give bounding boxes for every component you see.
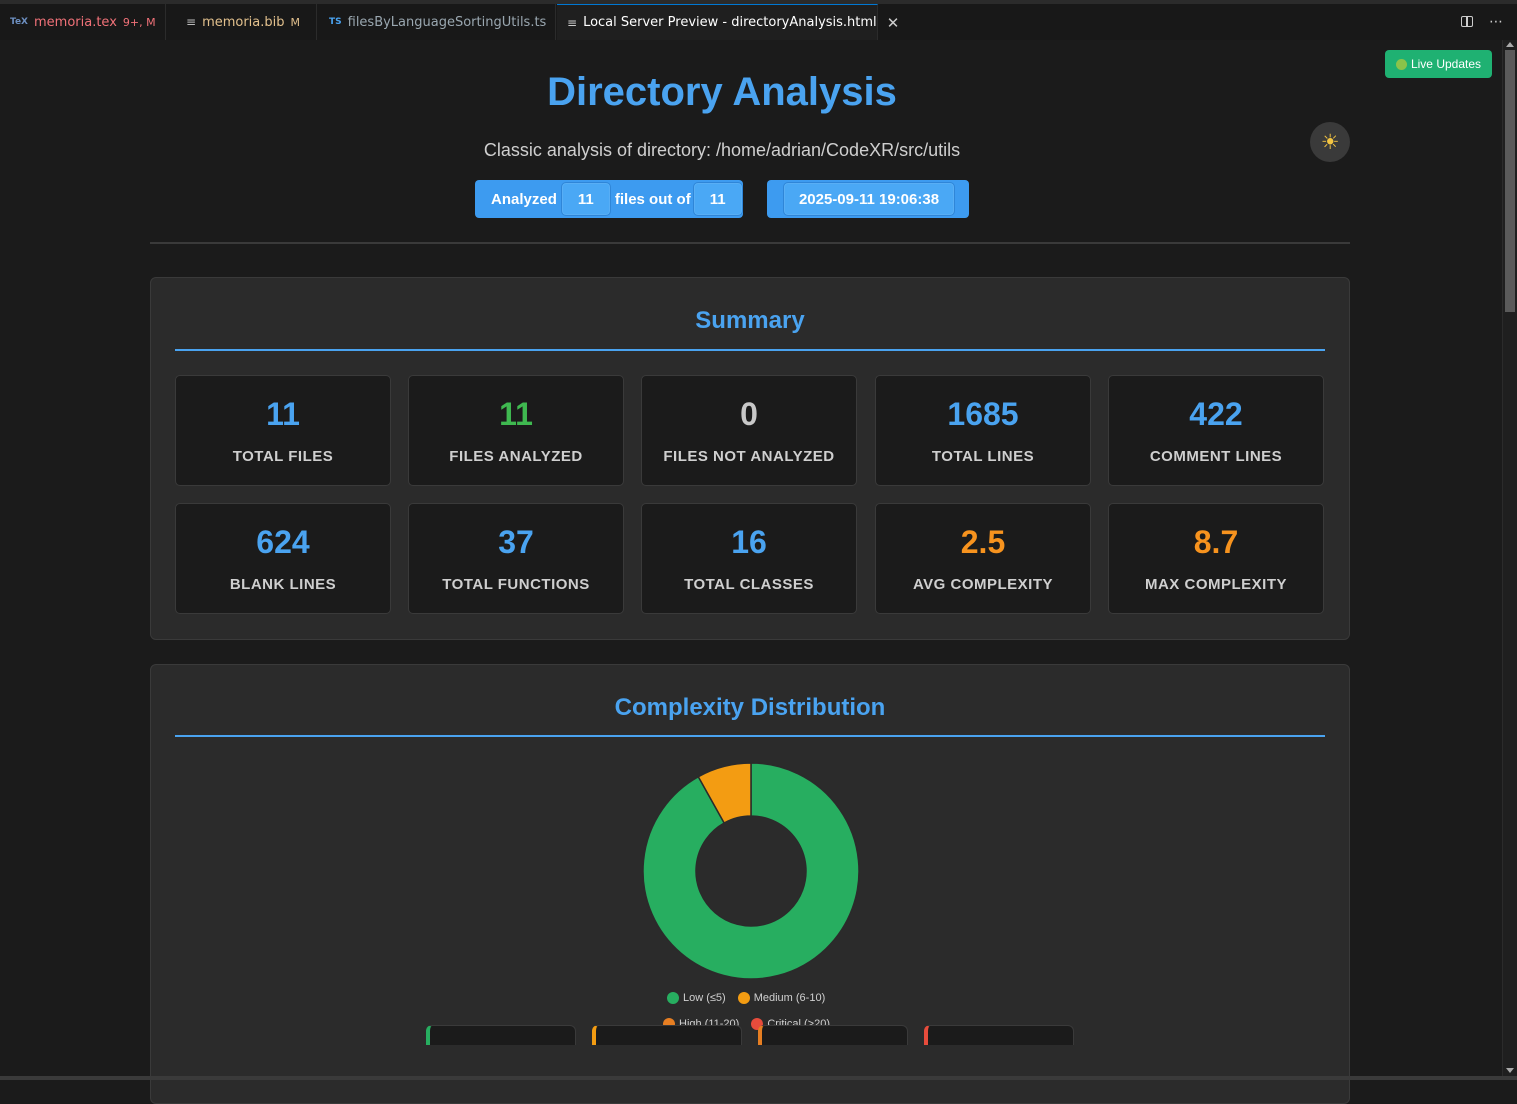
scrollbar-thumb[interactable] xyxy=(1505,50,1515,312)
stat-value: 11 xyxy=(266,396,300,432)
legend-label: Low (≤5) xyxy=(683,992,726,1004)
tab-badge: 9+, M xyxy=(122,15,156,29)
tex-file-icon: TeX xyxy=(10,17,28,27)
stat-label: TOTAL FUNCTIONS xyxy=(442,576,590,593)
stat-card-avg-complexity: 2.5 AVG COMPLEXITY xyxy=(875,503,1091,614)
summary-panel: Summary 11 TOTAL FILES 11 FILES ANALYZED 0 FI… xyxy=(150,277,1350,640)
stat-label: MAX COMPLEXITY xyxy=(1144,576,1287,593)
stat-value: 624 xyxy=(256,524,310,560)
file-lines-icon: ≡ xyxy=(567,15,578,30)
analyzed-count: 11 xyxy=(560,182,611,216)
summary-title: Summary xyxy=(695,307,805,334)
stat-value: 37 xyxy=(498,524,534,560)
stat-label: COMMENT LINES xyxy=(1149,448,1283,465)
file-lines-icon: ≡ xyxy=(186,15,197,29)
summary-rule xyxy=(175,349,1325,351)
timestamp: 2025-09-11 19:06:38 xyxy=(783,182,955,216)
tab-local-server-preview[interactable]: ≡ Local Server Preview - directoryAnalys… xyxy=(557,4,899,40)
scroll-down-icon[interactable] xyxy=(1506,1068,1514,1073)
stat-card-max-complexity: 8.7 MAX COMPLEXITY xyxy=(1108,503,1324,614)
tab-memoria-bib[interactable]: ≡ memoria.bib M xyxy=(176,4,317,40)
legend-item-medium[interactable]: Medium (6-10) xyxy=(737,992,826,1004)
legend-row-1: Low (≤5) Medium (6-10) xyxy=(667,992,825,1004)
tab-files-by-language[interactable]: TS filesByLanguageSortingUtils.ts xyxy=(319,4,556,40)
stat-label: AVG COMPLEXITY xyxy=(912,576,1054,593)
legend-item-low[interactable]: Low (≤5) xyxy=(667,992,726,1004)
donut-hole xyxy=(696,816,806,926)
close-icon[interactable]: ✕ xyxy=(887,14,900,32)
complexity-donut-chart xyxy=(642,762,860,980)
editor-tab-bar: TeX memoria.tex 9+, M ≡ memoria.bib M TS… xyxy=(0,0,1517,40)
complexity-card-low: .m1:before{} xyxy=(426,1025,576,1045)
preview-page: Live Updates ☀ Directory Analysis Classi… xyxy=(0,40,1502,1104)
horizontal-scrollbar[interactable] xyxy=(0,1076,1517,1080)
timestamp-badge: 2025-09-11 19:06:38 xyxy=(767,180,969,218)
analyzed-prefix: Analyzed xyxy=(491,190,557,208)
vertical-scrollbar[interactable] xyxy=(1502,40,1517,1076)
stat-label: TOTAL FILES xyxy=(232,448,334,465)
stat-card-total-functions: 37 TOTAL FUNCTIONS xyxy=(408,503,624,614)
stat-label: BLANK LINES xyxy=(229,576,337,593)
stat-label: TOTAL LINES xyxy=(931,448,1035,465)
stat-label: TOTAL CLASSES xyxy=(684,576,814,593)
stat-card-files-analyzed: 11 FILES ANALYZED xyxy=(408,375,624,486)
legend-swatch xyxy=(737,992,750,1004)
stat-value: 11 xyxy=(499,396,533,432)
typescript-file-icon: TS xyxy=(329,17,342,27)
stat-value: 8.7 xyxy=(1193,524,1239,560)
tab-badge: M xyxy=(290,15,301,29)
more-actions-icon[interactable]: ⋯ xyxy=(1489,14,1503,30)
stat-card-files-not-analyzed: 0 FILES NOT ANALYZED xyxy=(641,375,857,486)
tab-memoria-tex[interactable]: TeX memoria.tex 9+, M xyxy=(0,4,166,40)
legend-label: Medium (6-10) xyxy=(753,992,826,1004)
tab-label: memoria.tex xyxy=(34,14,117,30)
stat-value: 422 xyxy=(1189,396,1243,432)
stat-card-total-classes: 16 TOTAL CLASSES xyxy=(641,503,857,614)
complexity-panel: Complexity Distribution Low (≤5) Medium … xyxy=(150,664,1350,1104)
stat-label: FILES ANALYZED xyxy=(449,448,583,465)
stat-value: 16 xyxy=(731,524,767,560)
tab-label: Local Server Preview - directoryAnalysis… xyxy=(583,15,877,30)
complexity-card-high xyxy=(758,1025,908,1045)
stat-card-blank-lines: 624 BLANK LINES xyxy=(175,503,391,614)
stat-value: 2.5 xyxy=(960,524,1006,560)
total-count: 11 xyxy=(692,182,743,216)
split-editor-icon[interactable] xyxy=(1461,16,1473,27)
complexity-card-medium xyxy=(592,1025,742,1045)
complexity-rule xyxy=(175,735,1325,737)
stat-label: FILES NOT ANALYZED xyxy=(663,448,835,465)
stat-card-total-files: 11 TOTAL FILES xyxy=(175,375,391,486)
legend-swatch xyxy=(667,992,679,1004)
files-out-of-text: files out of xyxy=(614,190,691,208)
tab-label: filesByLanguageSortingUtils.ts xyxy=(347,14,547,30)
stat-card-comment-lines: 422 COMMENT LINES xyxy=(1108,375,1324,486)
page-title: Directory Analysis xyxy=(547,70,897,114)
live-updates-label: Live Updates xyxy=(1410,57,1482,71)
stat-value: 0 xyxy=(740,396,758,432)
complexity-card-critical xyxy=(924,1025,1074,1045)
header-divider xyxy=(150,242,1350,244)
tab-label: memoria.bib xyxy=(202,14,285,30)
analyzed-files-badge: Analyzed 11 files out of 11 xyxy=(475,180,743,218)
editor-actions: ⋯ xyxy=(1461,14,1503,30)
stat-value: 1685 xyxy=(947,396,1019,432)
status-dot-icon xyxy=(1395,58,1407,70)
stat-card-total-lines: 1685 TOTAL LINES xyxy=(875,375,1091,486)
scroll-up-icon[interactable] xyxy=(1506,42,1514,47)
page-subtitle: Classic analysis of directory: /home/adr… xyxy=(483,140,961,160)
complexity-title: Complexity Distribution xyxy=(614,694,886,721)
